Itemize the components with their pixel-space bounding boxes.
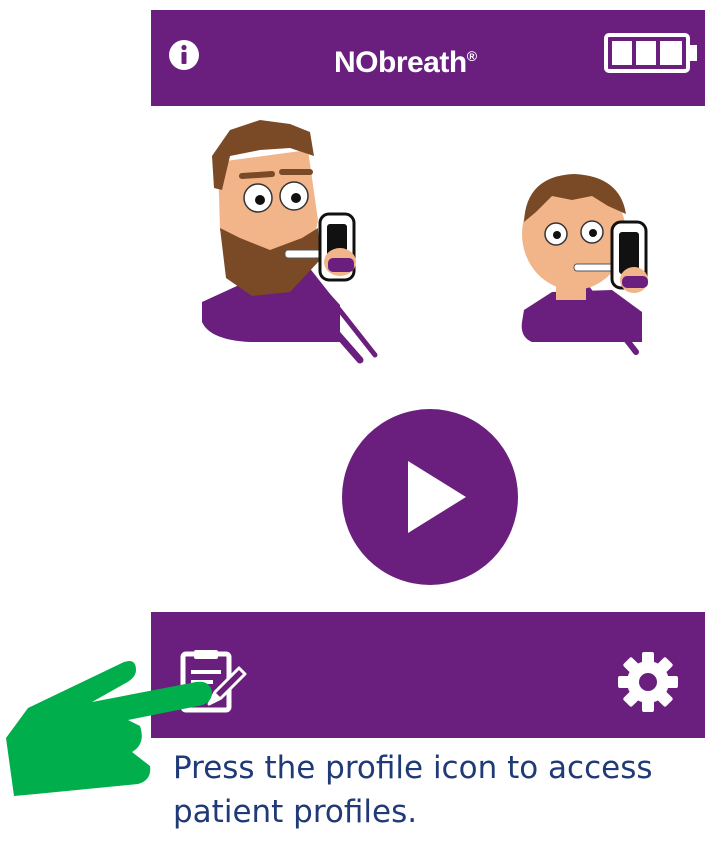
brand-logo: NObreath®: [334, 36, 477, 83]
instruction-caption: Press the profile icon to access patient…: [173, 750, 653, 830]
play-button[interactable]: [340, 407, 520, 587]
bottom-bar: [151, 612, 705, 738]
top-bar: NObreath®: [151, 10, 705, 106]
info-icon[interactable]: [167, 38, 201, 72]
registered-mark: ®: [466, 48, 477, 64]
gear-icon[interactable]: [616, 650, 680, 714]
patients-illustration: [202, 120, 648, 364]
adult-patient-illustration: [202, 120, 378, 364]
brand-name: NObreath: [334, 46, 467, 79]
device-screen: NObreath® Press the profile icon to acce…: [0, 0, 705, 842]
battery-full-icon: [604, 33, 697, 73]
child-patient-illustration: [521, 174, 648, 355]
